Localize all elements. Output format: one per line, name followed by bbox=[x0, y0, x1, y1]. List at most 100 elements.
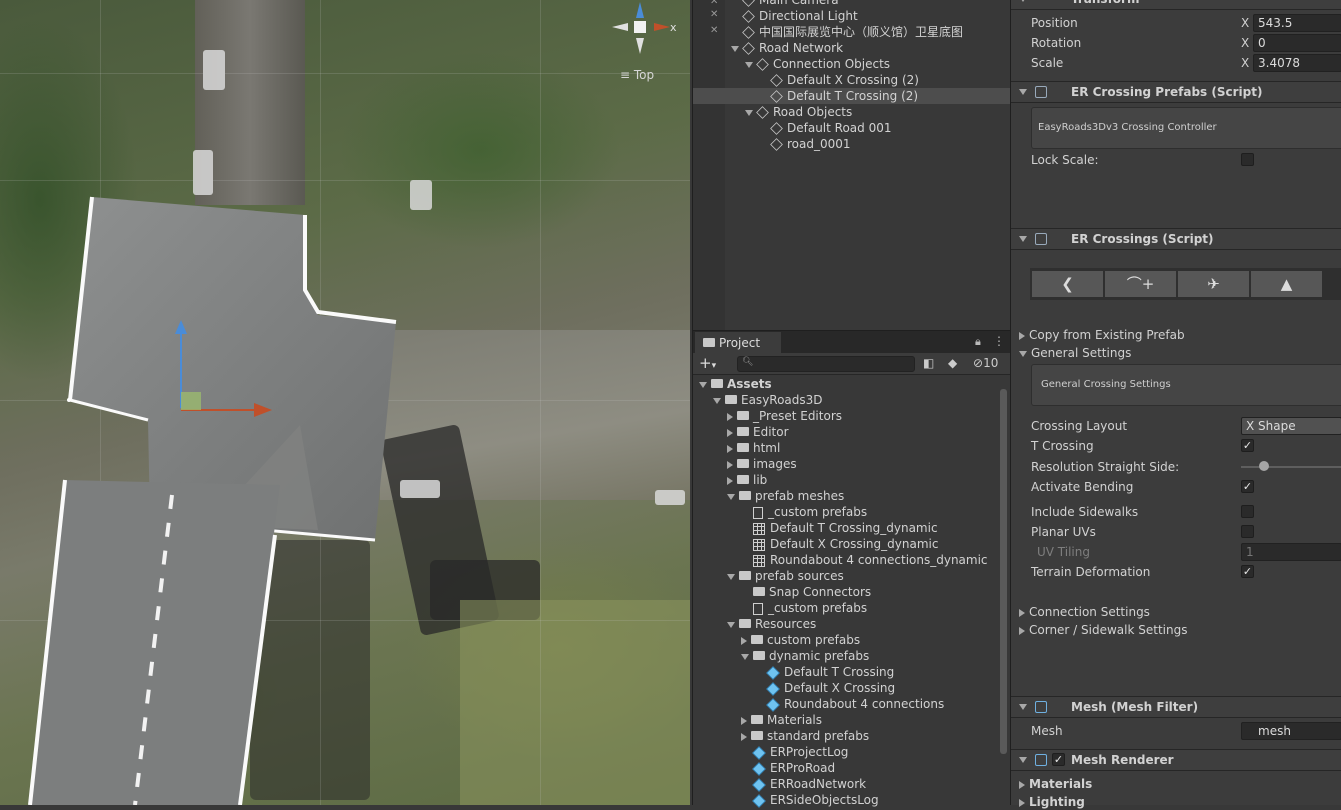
mesh-renderer-enabled-checkbox[interactable]: ✓ bbox=[1052, 753, 1065, 766]
project-item[interactable]: Default X Crossing bbox=[693, 680, 993, 696]
foldout-arrow-icon[interactable] bbox=[745, 109, 753, 116]
hidden-packages-button[interactable]: ⊘10 bbox=[973, 356, 998, 370]
hierarchy-item[interactable]: Default X Crossing (2) bbox=[693, 72, 1011, 88]
hierarchy-item[interactable]: Directional Light bbox=[693, 8, 1011, 24]
scene-view[interactable]: x ≡ Top bbox=[0, 0, 690, 805]
foldout-arrow-icon[interactable] bbox=[727, 476, 733, 485]
project-item[interactable]: _Preset Editors bbox=[693, 408, 993, 424]
create-button[interactable]: +▾ bbox=[699, 354, 716, 372]
materials-foldout[interactable]: Materials bbox=[1019, 776, 1092, 792]
project-item[interactable]: Materials bbox=[693, 712, 993, 728]
connection-settings-foldout[interactable]: Connection Settings bbox=[1019, 604, 1150, 620]
hierarchy-item[interactable]: Default Road 001 bbox=[693, 120, 1011, 136]
back-arrow-icon[interactable]: ❮ bbox=[1031, 270, 1104, 298]
filter-by-type-icon[interactable]: ◧ bbox=[923, 356, 934, 370]
more-menu-icon[interactable]: ⋮ bbox=[993, 334, 1005, 348]
hierarchy-item[interactable]: Default T Crossing (2) bbox=[693, 88, 1011, 104]
lighting-foldout[interactable]: Lighting bbox=[1019, 794, 1085, 810]
add-road-icon[interactable]: ⌒+ bbox=[1104, 270, 1177, 298]
mesh-renderer-header[interactable]: ✓ Mesh Renderer bbox=[1011, 749, 1341, 771]
resolution-slider-track[interactable] bbox=[1241, 466, 1341, 468]
include-sidewalks-checkbox[interactable] bbox=[1241, 505, 1254, 518]
foldout-arrow-icon[interactable] bbox=[727, 573, 735, 580]
terrain-icon[interactable]: ▲ bbox=[1250, 270, 1323, 298]
position-x-field[interactable]: 543.5 bbox=[1253, 14, 1341, 32]
foldout-arrow-icon[interactable] bbox=[727, 621, 735, 628]
project-item[interactable]: standard prefabs bbox=[693, 728, 993, 744]
project-item[interactable]: custom prefabs bbox=[693, 632, 993, 648]
crossing-mesh[interactable] bbox=[0, 0, 690, 805]
project-item[interactable]: Resources bbox=[693, 616, 993, 632]
search-input[interactable]: 🔍︎ bbox=[737, 356, 915, 372]
project-item[interactable]: Snap Connectors bbox=[693, 584, 993, 600]
project-scrollbar[interactable] bbox=[1000, 389, 1007, 754]
corner-settings-label: Corner / Sidewalk Settings bbox=[1029, 623, 1188, 637]
corner-settings-foldout[interactable]: Corner / Sidewalk Settings bbox=[1019, 622, 1187, 638]
hierarchy-item[interactable]: road_0001 bbox=[693, 136, 1011, 152]
hierarchy-item[interactable]: Road Network bbox=[693, 40, 1011, 56]
project-item[interactable]: Default T Crossing_dynamic bbox=[693, 520, 993, 536]
hierarchy-item[interactable]: Main Camera bbox=[693, 0, 1011, 8]
planar-uvs-checkbox[interactable] bbox=[1241, 525, 1254, 538]
crossing-icon[interactable]: ✈ bbox=[1177, 270, 1250, 298]
mesh-filter-header[interactable]: Mesh (Mesh Filter) bbox=[1011, 696, 1341, 718]
foldout-arrow-icon[interactable] bbox=[741, 732, 747, 741]
project-item[interactable]: images bbox=[693, 456, 993, 472]
view-orientation-label[interactable]: ≡ Top bbox=[620, 68, 654, 82]
project-item[interactable]: html bbox=[693, 440, 993, 456]
terrain-deformation-checkbox[interactable]: ✓ bbox=[1241, 565, 1254, 578]
orientation-gizmo[interactable]: x bbox=[610, 0, 685, 62]
hierarchy-item[interactable]: Road Objects bbox=[693, 104, 1011, 120]
project-item[interactable]: lib bbox=[693, 472, 993, 488]
foldout-arrow-icon[interactable] bbox=[745, 61, 753, 68]
filter-by-label-icon[interactable]: ◆ bbox=[948, 356, 957, 370]
crossings-header[interactable]: ER Crossings (Script) bbox=[1011, 228, 1341, 250]
hierarchy-item[interactable]: Connection Objects bbox=[693, 56, 1011, 72]
scale-x-field[interactable]: 3.4078 bbox=[1253, 54, 1341, 72]
foldout-arrow-icon[interactable] bbox=[727, 428, 733, 437]
project-item[interactable]: EasyRoads3D bbox=[693, 392, 993, 408]
foldout-arrow-icon[interactable] bbox=[713, 397, 721, 404]
foldout-arrow-icon[interactable] bbox=[741, 716, 747, 725]
project-item[interactable]: _custom prefabs bbox=[693, 600, 993, 616]
project-item[interactable]: Default T Crossing bbox=[693, 664, 993, 680]
mesh-object-field[interactable]: mesh bbox=[1241, 722, 1341, 740]
project-item[interactable]: dynamic prefabs bbox=[693, 648, 993, 664]
foldout-arrow-icon[interactable] bbox=[727, 493, 735, 500]
foldout-arrow-icon[interactable] bbox=[727, 444, 733, 453]
hierarchy-item[interactable]: 中国国际展览中心（顺义馆）卫星底图 bbox=[693, 24, 1011, 40]
project-item[interactable]: Roundabout 4 connections bbox=[693, 696, 993, 712]
general-settings-foldout[interactable]: General Settings bbox=[1019, 345, 1131, 361]
rotation-x-field[interactable]: 0 bbox=[1253, 34, 1341, 52]
project-item[interactable]: ERRoadNetwork bbox=[693, 776, 993, 792]
project-item[interactable]: _custom prefabs bbox=[693, 504, 993, 520]
search-icon: 🔍︎ bbox=[742, 357, 754, 367]
move-gizmo[interactable] bbox=[170, 318, 280, 418]
project-item[interactable]: ERProRoad bbox=[693, 760, 993, 776]
lock-scale-checkbox[interactable] bbox=[1241, 153, 1254, 166]
project-item[interactable]: Editor bbox=[693, 424, 993, 440]
project-item[interactable]: ERSideObjectsLog bbox=[693, 792, 993, 808]
lock-icon[interactable]: 🔒︎ bbox=[975, 335, 981, 349]
resolution-slider-thumb[interactable] bbox=[1259, 461, 1270, 471]
project-item[interactable]: Assets bbox=[693, 376, 993, 392]
project-item[interactable]: prefab meshes bbox=[693, 488, 993, 504]
project-item[interactable]: Default X Crossing_dynamic bbox=[693, 536, 993, 552]
t-crossing-checkbox[interactable]: ✓ bbox=[1241, 439, 1254, 452]
foldout-arrow-icon[interactable] bbox=[727, 460, 733, 469]
folder-icon bbox=[739, 491, 751, 500]
tab-project[interactable]: Project bbox=[695, 332, 781, 353]
activate-bending-checkbox[interactable]: ✓ bbox=[1241, 480, 1254, 493]
foldout-arrow-icon[interactable] bbox=[741, 653, 749, 660]
project-item[interactable]: prefab sources bbox=[693, 568, 993, 584]
crossing-prefabs-header[interactable]: ER Crossing Prefabs (Script) bbox=[1011, 81, 1341, 103]
project-item[interactable]: Roundabout 4 connections_dynamic bbox=[693, 552, 993, 568]
foldout-arrow-icon[interactable] bbox=[727, 412, 733, 421]
crossing-layout-dropdown[interactable]: X Shape bbox=[1241, 417, 1341, 435]
copy-from-prefab-foldout[interactable]: Copy from Existing Prefab bbox=[1019, 327, 1185, 343]
project-item[interactable]: ERProjectLog bbox=[693, 744, 993, 760]
foldout-arrow-icon[interactable] bbox=[731, 45, 739, 52]
transform-header[interactable]: Transform bbox=[1011, 0, 1341, 10]
foldout-arrow-icon[interactable] bbox=[741, 636, 747, 645]
foldout-arrow-icon[interactable] bbox=[699, 381, 707, 388]
